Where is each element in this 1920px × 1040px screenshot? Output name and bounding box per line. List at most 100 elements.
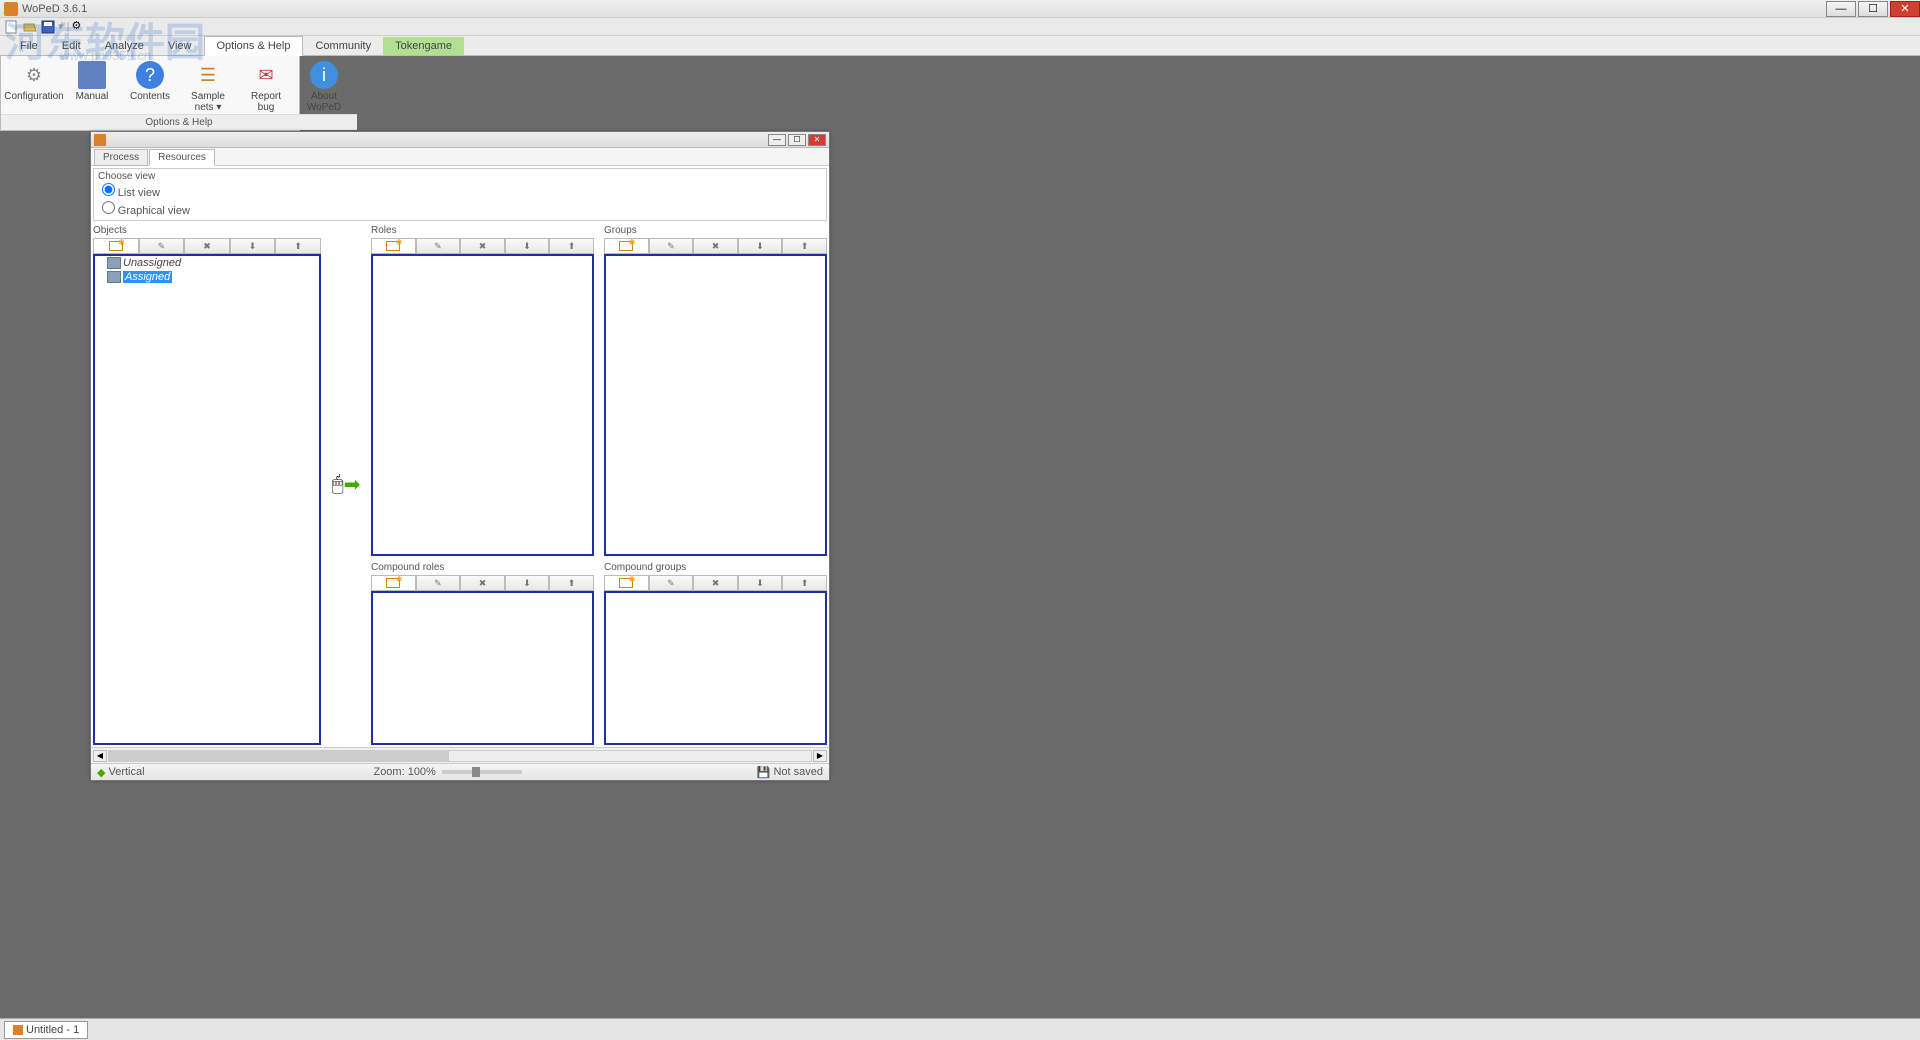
mdi-area: — ☐ ✕ Process Resources Choose view List… (0, 131, 1920, 1018)
choose-view-label: Choose view (98, 171, 822, 182)
save-status-icon: 💾 (757, 766, 771, 779)
scroll-left-button[interactable]: ◀ (93, 750, 107, 762)
child-titlebar: — ☐ ✕ (91, 132, 829, 148)
tab-view[interactable]: View (156, 37, 204, 55)
compound-roles-edit-button[interactable]: ✎ (416, 575, 461, 591)
groups-down-button[interactable]: ⬇ (738, 238, 783, 254)
zoom-slider[interactable] (442, 770, 522, 774)
quick-access-toolbar: ▾ | ⚙ (0, 18, 1920, 36)
objects-toolbar: ✎ ✖ ⬇ ⬆ (93, 238, 321, 254)
tab-tokengame[interactable]: Tokengame (383, 37, 464, 55)
compound-roles-label: Compound roles (371, 560, 594, 575)
arrow-right-icon[interactable]: ➡ (344, 472, 361, 497)
objects-down-button[interactable]: ⬇ (230, 238, 276, 254)
list-view-radio[interactable]: List view (98, 182, 822, 200)
roles-down-button[interactable]: ⬇ (505, 238, 550, 254)
compound-groups-edit-button[interactable]: ✎ (649, 575, 694, 591)
sample-nets-button[interactable]: ☰ Sample nets ▾ (181, 60, 235, 114)
groups-edit-button[interactable]: ✎ (649, 238, 694, 254)
zoom-label: Zoom: 100% (373, 766, 435, 778)
objects-edit-button[interactable]: ✎ (139, 238, 185, 254)
child-hscroll[interactable]: ◀ ▶ (91, 747, 829, 763)
compound-groups-up-button[interactable]: ⬆ (782, 575, 827, 591)
tree-unassigned[interactable]: Unassigned (95, 256, 319, 270)
tab-options-help[interactable]: Options & Help (204, 36, 304, 56)
zoom-thumb[interactable] (472, 767, 480, 777)
ribbon-group-label: Options & Help (1, 114, 357, 130)
configuration-button[interactable]: ⚙ Configuration (7, 60, 61, 114)
scroll-right-button[interactable]: ▶ (813, 750, 827, 762)
assign-arrow-area: 🖱 ➡ (321, 223, 371, 745)
roles-list[interactable] (371, 254, 594, 556)
compound-roles-new-button[interactable] (371, 575, 416, 591)
tab-community[interactable]: Community (303, 37, 383, 55)
tree-assigned[interactable]: Assigned (95, 270, 319, 284)
roles-label: Roles (371, 223, 594, 238)
settings-icon[interactable]: ⚙ (71, 19, 87, 35)
child-close-button[interactable]: ✕ (808, 134, 826, 146)
groups-label: Groups (604, 223, 827, 238)
compound-roles-down-button[interactable]: ⬇ (505, 575, 550, 591)
new-icon (386, 578, 400, 588)
child-statusbar: ◆ Vertical Zoom: 100% 💾 Not saved (91, 763, 829, 780)
new-icon (619, 578, 633, 588)
ribbon-tabs: File Edit Analyze View Options & Help Co… (0, 36, 1920, 56)
groups-new-button[interactable] (604, 238, 649, 254)
groups-list[interactable] (604, 254, 827, 556)
close-button[interactable]: ✕ (1890, 1, 1920, 17)
minimize-button[interactable]: — (1826, 1, 1856, 17)
objects-delete-button[interactable]: ✖ (184, 238, 230, 254)
tab-file[interactable]: File (8, 37, 50, 55)
save-status-label: Not saved (773, 766, 823, 778)
list-icon: ☰ (194, 61, 222, 89)
roles-delete-button[interactable]: ✖ (460, 238, 505, 254)
about-button[interactable]: i About WoPeD (297, 60, 351, 114)
compound-roles-up-button[interactable]: ⬆ (549, 575, 594, 591)
book-icon (78, 61, 106, 89)
save-icon[interactable] (40, 19, 56, 35)
objects-up-button[interactable]: ⬆ (275, 238, 321, 254)
maximize-button[interactable]: ☐ (1858, 1, 1888, 17)
roles-panel: Roles ✎ ✖ ⬇ ⬆ (371, 223, 594, 556)
document-tab[interactable]: Untitled - 1 (4, 1021, 88, 1039)
tab-resources[interactable]: Resources (149, 149, 215, 166)
new-icon[interactable] (4, 19, 20, 35)
gear-icon: ⚙ (20, 61, 48, 89)
compound-roles-list[interactable] (371, 591, 594, 745)
tab-edit[interactable]: Edit (50, 37, 93, 55)
doc-icon (94, 134, 106, 146)
child-minimize-button[interactable]: — (768, 134, 786, 146)
contents-button[interactable]: ? Contents (123, 60, 177, 114)
scroll-track[interactable] (108, 750, 812, 762)
vertical-icon: ◆ (97, 766, 105, 779)
tab-process[interactable]: Process (94, 149, 148, 166)
roles-up-button[interactable]: ⬆ (549, 238, 594, 254)
compound-roles-delete-button[interactable]: ✖ (460, 575, 505, 591)
folder-icon (107, 271, 121, 283)
groups-delete-button[interactable]: ✖ (693, 238, 738, 254)
objects-list[interactable]: Unassigned Assigned (93, 254, 321, 745)
tab-analyze[interactable]: Analyze (93, 37, 156, 55)
objects-new-button[interactable] (93, 238, 139, 254)
help-icon: ? (136, 61, 164, 89)
compound-groups-delete-button[interactable]: ✖ (693, 575, 738, 591)
compound-groups-list[interactable] (604, 591, 827, 745)
objects-label: Objects (93, 223, 321, 238)
report-bug-button[interactable]: ✉ Report bug (239, 60, 293, 114)
scroll-thumb[interactable] (109, 751, 449, 761)
open-icon[interactable] (22, 19, 38, 35)
roles-edit-button[interactable]: ✎ (416, 238, 461, 254)
child-maximize-button[interactable]: ☐ (788, 134, 806, 146)
compound-roles-panel: Compound roles ✎ ✖ ⬇ ⬆ (371, 560, 594, 745)
compound-groups-new-button[interactable] (604, 575, 649, 591)
resources-body: Choose view List view Graphical view Obj… (91, 166, 829, 747)
editor-window: — ☐ ✕ Process Resources Choose view List… (90, 131, 830, 781)
groups-panel: Groups ✎ ✖ ⬇ ⬆ (604, 223, 827, 556)
app-statusbar: Untitled - 1 (0, 1018, 1920, 1040)
graphical-view-radio[interactable]: Graphical view (98, 200, 822, 218)
roles-new-button[interactable] (371, 238, 416, 254)
groups-up-button[interactable]: ⬆ (782, 238, 827, 254)
compound-groups-down-button[interactable]: ⬇ (738, 575, 783, 591)
ribbon-panel: ⚙ Configuration Manual ? Contents ☰ Samp… (0, 56, 300, 131)
manual-button[interactable]: Manual (65, 60, 119, 114)
